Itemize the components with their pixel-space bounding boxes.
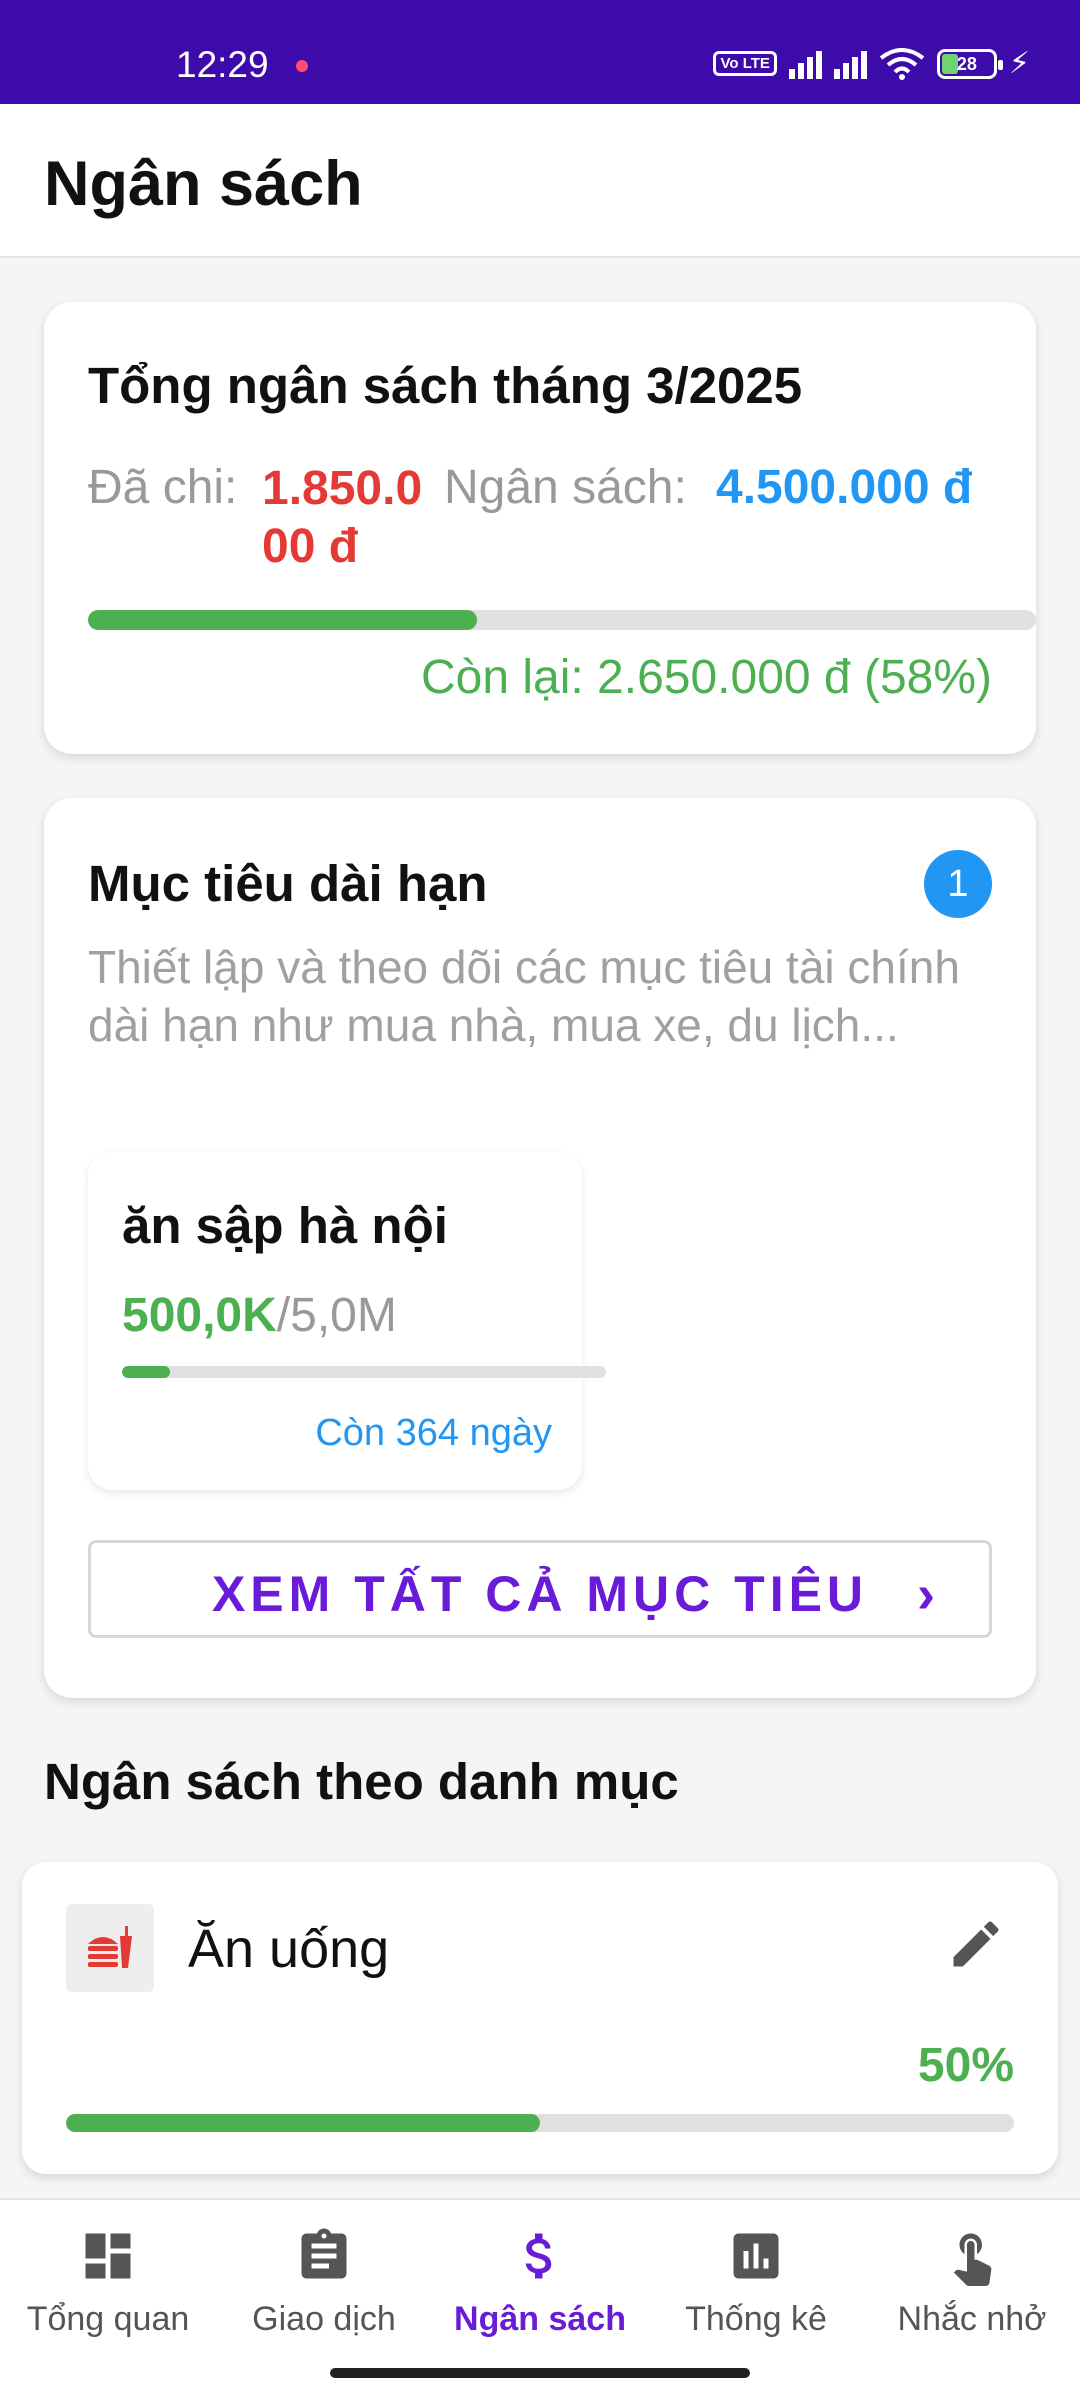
goals-count-badge: 1 <box>924 850 992 918</box>
category-section-title: Ngân sách theo danh mục <box>44 1753 679 1810</box>
battery-level: 28 <box>956 53 977 74</box>
goal-name: ăn sập hà nội <box>122 1197 448 1254</box>
wifi-icon <box>879 47 925 80</box>
status-bar: 12:29 Vo LTE 28 ⚡ <box>0 0 1080 104</box>
goal-amount: 500,0K/5,0M <box>122 1288 397 1343</box>
nav-item-reminders[interactable]: Nhắc nhở <box>864 2226 1080 2339</box>
home-indicator <box>330 2368 750 2378</box>
category-name: Ăn uống <box>188 1919 390 1979</box>
nav-label: Nhắc nhở <box>897 2300 1047 2338</box>
nav-label: Giao dịch <box>252 2300 396 2338</box>
chevron-right-icon: › <box>917 1564 935 1624</box>
nav-item-transactions[interactable]: Giao dịch <box>216 2226 432 2339</box>
category-percent: 50% <box>917 2039 1014 2092</box>
total-budget-title: Tổng ngân sách tháng 3/2025 <box>88 357 803 414</box>
goal-saved-amount: 500,0K <box>122 1289 277 1342</box>
dollar-icon <box>525 2233 552 2279</box>
goal-progress <box>122 1366 606 1378</box>
goal-target-amount: /5,0M <box>276 1289 397 1342</box>
spent-value: 1.850.000 đ <box>262 462 423 573</box>
volte-icon: Vo LTE <box>713 51 777 76</box>
clipboard-icon <box>301 2228 347 2279</box>
fastfood-icon <box>66 1904 154 1992</box>
goal-card[interactable]: ăn sập hà nội 500,0K/5,0M Còn 364 ngày <box>88 1152 606 1490</box>
remaining-text: Còn lại: 2.650.000 đ (58%) <box>420 651 992 704</box>
spent-label: Đã chi: <box>88 461 238 514</box>
touch-icon <box>953 2233 992 2286</box>
total-budget-progress-fill <box>88 610 477 630</box>
bar-chart-icon <box>733 2233 779 2279</box>
category-progress-fill <box>66 2114 540 2132</box>
status-icons: Vo LTE 28 ⚡ <box>713 46 1030 81</box>
nav-label: Ngân sách <box>454 2300 626 2338</box>
app-header: Ngân sách <box>0 104 1080 258</box>
goals-title: Mục tiêu dài hạn <box>88 855 488 912</box>
goals-description: Thiết lập và theo dõi các mục tiêu tài c… <box>88 941 960 1051</box>
signal-icon <box>833 49 867 79</box>
edit-icon[interactable] <box>946 1914 1006 1974</box>
budget-label: Ngân sách: <box>444 461 687 514</box>
long-term-goals-card: Mục tiêu dài hạn 1 Thiết lập và theo dõi… <box>44 798 1036 1698</box>
nav-label: Tổng quan <box>26 2300 190 2338</box>
signal-icon <box>788 49 822 79</box>
page-title: Ngân sách <box>44 149 363 219</box>
notification-dot-icon <box>296 60 308 72</box>
category-progress <box>66 2114 1014 2132</box>
nav-item-statistics[interactable]: Thống kê <box>648 2226 864 2339</box>
view-all-goals-label: XEM TẤT CẢ MỤC TIÊU <box>211 1566 869 1622</box>
goal-days-left: Còn 364 ngày <box>315 1412 552 1454</box>
nav-item-overview[interactable]: Tổng quan <box>0 2226 216 2339</box>
battery-icon: 28 <box>936 48 1003 79</box>
total-budget-card: Tổng ngân sách tháng 3/2025 Đã chi: 1.85… <box>44 302 1036 754</box>
total-budget-progress <box>88 610 1036 630</box>
dashboard-icon <box>85 2233 131 2279</box>
charging-icon: ⚡ <box>1008 47 1030 80</box>
view-all-goals-button[interactable]: XEM TẤT CẢ MỤC TIÊU › <box>88 1540 992 1638</box>
budget-value: 4.500.000 đ <box>716 461 973 514</box>
nav-item-budget[interactable]: Ngân sách <box>432 2226 648 2339</box>
goal-progress-fill <box>122 1366 171 1378</box>
nav-label: Thống kê <box>685 2300 827 2338</box>
category-budget-card[interactable]: Ăn uống 50% <box>22 1862 1058 2174</box>
status-time: 12:29 <box>176 44 269 85</box>
